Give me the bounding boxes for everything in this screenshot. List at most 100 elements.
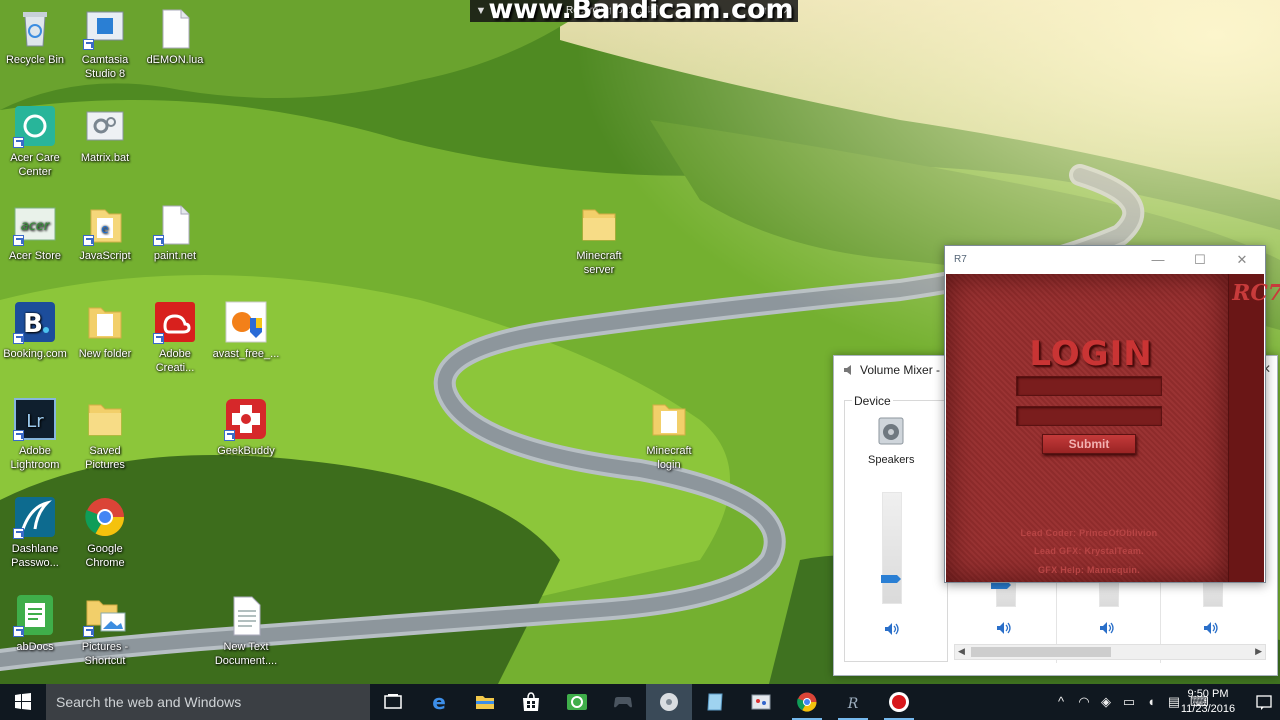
taskbar-store[interactable]: [508, 684, 554, 720]
desktop-icon-pictures-shortcut[interactable]: Pictures - Shortcut: [69, 593, 141, 668]
desktop-icon-label: paint.net: [153, 250, 197, 262]
chrome-icon: [797, 692, 817, 712]
battery-icon[interactable]: ▭: [1121, 694, 1137, 710]
window-titlebar[interactable]: R7 — ☐ ✕: [945, 246, 1265, 274]
bandicam-watermark: www.Bandicam.com: [488, 0, 794, 25]
horizontal-scrollbar[interactable]: ◀ ▶: [954, 644, 1266, 660]
password-input[interactable]: [1016, 406, 1162, 426]
security-shield-icon[interactable]: ◈: [1098, 694, 1114, 710]
username-input[interactable]: [1016, 376, 1162, 396]
batch-file-icon: [86, 111, 124, 141]
desktop-icon-booking[interactable]: B Booking.com: [0, 300, 71, 361]
taskbar-file-explorer[interactable]: [462, 684, 508, 720]
speakers-device-icon[interactable]: [877, 416, 905, 446]
scrollbar-thumb[interactable]: [971, 647, 1111, 657]
submit-button[interactable]: Submit: [1042, 434, 1136, 454]
svg-text:e: e: [432, 691, 446, 713]
desktop-icon-minecraft-server[interactable]: Minecraft server: [563, 202, 635, 277]
desktop-icon-acer-store[interactable]: acer Acer Store: [0, 202, 71, 263]
taskbar-disc-app[interactable]: [646, 684, 692, 720]
device-label: Device: [852, 394, 893, 408]
bandicam-record-icon: [889, 692, 909, 712]
desktop-icon-label: Minecraft server: [576, 250, 622, 276]
desktop-icon-matrix-bat[interactable]: Matrix.bat: [69, 104, 141, 165]
taskbar-acer-app[interactable]: [554, 684, 600, 720]
acer-app-icon: [567, 694, 587, 710]
desktop-icon-avast-free[interactable]: avast_free_...: [210, 300, 282, 361]
desktop-icon-geekbuddy[interactable]: GeekBuddy: [210, 397, 282, 458]
device-mute-icon[interactable]: [884, 622, 900, 636]
desktop-icon-label: abDocs: [16, 641, 54, 653]
rc7-login-window[interactable]: R7 — ☐ ✕ LOGIN Submit Lead Coder: Prince…: [944, 245, 1280, 583]
credit-line: GFX Help: Mannequin.: [1038, 565, 1140, 575]
desktop-icon-minecraft-login[interactable]: Minecraft login: [633, 397, 705, 472]
avast-installer-icon: [225, 301, 267, 343]
notepad-app-icon: [707, 693, 723, 711]
taskbar-notepad-app[interactable]: [692, 684, 738, 720]
desktop-icon-saved-pictures[interactable]: Saved Pictures: [69, 397, 141, 472]
desktop-icon-label: avast_free_...: [212, 348, 280, 360]
desktop-icon-google-chrome[interactable]: Google Chrome: [69, 495, 141, 570]
volume-icon[interactable]: ◖: [1143, 694, 1159, 710]
search-input[interactable]: Search the web and Windows: [46, 684, 370, 720]
windows-start-icon[interactable]: [0, 684, 46, 720]
desktop-icon-adobe-creative-cloud[interactable]: Adobe Creati...: [139, 300, 211, 375]
scroll-right-icon[interactable]: ▶: [1255, 646, 1262, 657]
taskbar-bandicam[interactable]: [876, 684, 922, 720]
disc-icon: [660, 693, 678, 711]
folder-icon: [88, 404, 122, 436]
task-view-button[interactable]: [370, 684, 416, 720]
credit-line: Lead GFX: KrystalTeam.: [1034, 546, 1144, 556]
folder-icon: [582, 209, 616, 241]
desktop-icon-label: New folder: [78, 348, 132, 360]
desktop-icon-demon-lua[interactable]: dEMON.lua: [139, 6, 211, 67]
app-mute-icon[interactable]: [1099, 621, 1115, 635]
desktop-icon-label: GeekBuddy: [217, 445, 275, 457]
credit-line: Lead Coder: PrinceOfOblivion: [1020, 528, 1158, 538]
minimize-button[interactable]: —: [1143, 250, 1173, 270]
chrome-icon: [85, 498, 125, 537]
taskbar-game[interactable]: [600, 684, 646, 720]
desktop-icon-recycle-bin[interactable]: Recycle Bin: [0, 6, 71, 67]
gamepad-icon: [614, 697, 632, 708]
device-volume-slider[interactable]: [881, 492, 902, 604]
taskbar: Search the web and Windows e R ^ ◠ ◈ ▭ ◖…: [0, 684, 1280, 720]
system-clock[interactable]: 9:50 PM 11/23/2016: [1178, 687, 1238, 717]
desktop-icon-abdocs[interactable]: abDocs: [0, 593, 71, 654]
login-body: LOGIN Submit Lead Coder: PrinceOfOblivio…: [946, 274, 1280, 582]
file-icon: [162, 9, 190, 49]
recycle-bin-icon: [23, 12, 47, 47]
notification-icon[interactable]: [1254, 692, 1274, 712]
app-mute-icon[interactable]: [996, 621, 1012, 635]
desktop-icon-acer-care-center[interactable]: Acer Care Center: [0, 104, 71, 179]
desktop-icon-label: Matrix.bat: [80, 152, 130, 164]
desktop-icon-new-text-document[interactable]: New Text Document....: [210, 593, 282, 668]
desktop-icon-javascript[interactable]: e JavaScript: [69, 202, 141, 263]
taskbar-edge[interactable]: e: [416, 684, 462, 720]
scroll-left-icon[interactable]: ◀: [958, 646, 965, 657]
desktop-icon-label: Pictures - Shortcut: [81, 641, 129, 667]
desktop-icon-dashlane[interactable]: Dashlane Passwo...: [0, 495, 71, 570]
desktop-icon-camtasia[interactable]: Camtasia Studio 8: [69, 6, 141, 81]
show-hidden-icons[interactable]: ^: [1053, 694, 1069, 710]
bandicam-recording-bar: ▼ Recording [00:0...45] ◙ ✕ www.Bandicam…: [470, 0, 798, 25]
taskbar-paint-app[interactable]: [738, 684, 784, 720]
desktop-icon-label: dEMON.lua: [146, 54, 204, 66]
slider-thumb[interactable]: [881, 575, 901, 583]
desktop-icon-adobe-lightroom[interactable]: Lr Adobe Lightroom: [0, 397, 71, 472]
maximize-button[interactable]: ☐: [1185, 250, 1215, 270]
rc7-icon: R: [847, 696, 859, 712]
app-mute-icon[interactable]: [1203, 621, 1219, 635]
desktop-icon-new-folder[interactable]: New folder: [69, 300, 141, 361]
network-icon[interactable]: ◠: [1076, 694, 1092, 710]
login-panel: LOGIN Submit Lead Coder: PrinceOfOblivio…: [946, 274, 1228, 582]
app-icon: R7: [954, 254, 967, 265]
close-button[interactable]: ✕: [1227, 250, 1257, 270]
svg-text:B: B: [23, 309, 43, 339]
login-side-banner: RC7: [1228, 274, 1280, 582]
desktop-icon-label: Adobe Lightroom: [10, 445, 60, 471]
taskbar-chrome[interactable]: [784, 684, 830, 720]
text-file-icon: [233, 596, 261, 636]
desktop-icon-paint-net[interactable]: paint.net: [139, 202, 211, 263]
taskbar-rc7[interactable]: R: [830, 684, 876, 720]
